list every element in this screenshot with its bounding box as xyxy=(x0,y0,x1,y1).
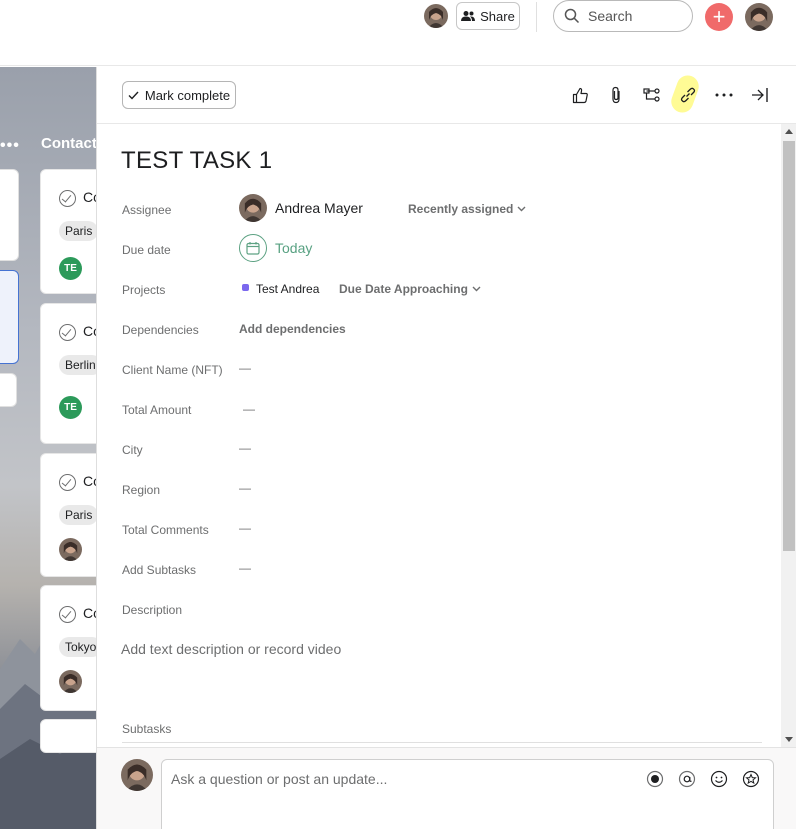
city-label: City xyxy=(122,443,143,457)
emoji-icon[interactable] xyxy=(710,770,728,788)
board-background: ••• Contacts Co Paris TE Co Berlin TE Co… xyxy=(0,67,97,829)
client-name-value[interactable]: — xyxy=(239,361,251,375)
card-title: Co xyxy=(83,189,97,205)
complete-check-icon[interactable] xyxy=(59,474,76,491)
add-dependencies-button[interactable]: Add dependencies xyxy=(239,322,346,336)
board-card[interactable]: Co Berlin TE xyxy=(40,303,97,444)
card-title: Co xyxy=(83,473,97,489)
chevron-down-icon xyxy=(517,206,526,212)
city-tag: Tokyo xyxy=(59,637,97,657)
add-task-card[interactable] xyxy=(40,719,97,753)
scrollbar-thumb[interactable] xyxy=(783,141,795,551)
top-bar: Share Search + xyxy=(0,0,796,66)
share-label: Share xyxy=(480,8,515,24)
board-card[interactable]: Co Paris TE xyxy=(40,169,97,294)
client-name-label: Client Name (NFT) xyxy=(122,363,223,377)
people-icon xyxy=(461,11,476,21)
attachment-icon[interactable] xyxy=(605,84,627,106)
task-title[interactable]: TEST TASK 1 xyxy=(121,147,272,175)
complete-check-icon[interactable] xyxy=(59,324,76,341)
link-icon[interactable] xyxy=(677,84,699,106)
complete-check-icon[interactable] xyxy=(59,606,76,623)
description-input[interactable]: Add text description or record video xyxy=(121,641,341,657)
city-value[interactable]: — xyxy=(239,441,251,455)
mark-complete-label: Mark complete xyxy=(144,87,231,103)
board-card[interactable]: Co Paris xyxy=(40,453,97,577)
subtasks-divider xyxy=(122,742,762,743)
assignee-initials: TE xyxy=(59,257,82,280)
task-detail-pane: Mark complete TEST TASK 1 Assignee Andre… xyxy=(96,67,796,829)
checkmark-icon xyxy=(128,91,139,100)
city-tag: Berlin xyxy=(59,355,97,375)
comment-composer: Ask a question or post an update... xyxy=(97,747,796,829)
recently-assigned-label: Recently assigned xyxy=(408,202,514,216)
scroll-up-arrow-icon[interactable] xyxy=(785,129,793,134)
card-title: Co xyxy=(83,605,97,621)
project-member-avatar[interactable] xyxy=(424,4,448,28)
assignee-initials: TE xyxy=(59,396,82,419)
assignee-avatar xyxy=(59,670,82,693)
description-label: Description xyxy=(122,603,183,617)
comment-input[interactable]: Ask a question or post an update... xyxy=(161,759,774,829)
star-icon[interactable] xyxy=(742,770,760,788)
card-title: Co xyxy=(83,323,97,339)
subtasks-label: Subtasks xyxy=(122,722,172,736)
dependencies-label: Dependencies xyxy=(122,323,199,337)
card-fragment-selected[interactable] xyxy=(0,270,19,364)
mark-complete-button[interactable]: Mark complete xyxy=(122,81,236,109)
create-button[interactable]: + xyxy=(705,3,733,31)
user-avatar[interactable] xyxy=(745,3,773,31)
comment-placeholder: Ask a question or post an update... xyxy=(171,771,388,787)
add-subtasks-label: Add Subtasks xyxy=(122,563,197,577)
total-comments-value[interactable]: — xyxy=(239,521,251,535)
due-date-value[interactable]: Today xyxy=(275,240,312,256)
close-pane-icon[interactable] xyxy=(749,84,771,106)
total-amount-value[interactable]: — xyxy=(243,402,255,416)
region-label: Region xyxy=(122,483,161,497)
scrollbar[interactable] xyxy=(781,124,796,747)
assignee-name[interactable]: Andrea Mayer xyxy=(275,200,363,216)
assignee-avatar xyxy=(59,538,82,561)
recently-assigned-dropdown[interactable]: Recently assigned xyxy=(408,202,526,216)
assignee-avatar[interactable] xyxy=(239,194,267,222)
project-section-label: Due Date Approaching xyxy=(339,282,468,296)
like-icon[interactable] xyxy=(569,84,591,106)
total-amount-label: Total Amount xyxy=(122,403,192,417)
region-value[interactable]: — xyxy=(239,481,251,495)
add-task-fragment[interactable] xyxy=(0,373,17,407)
calendar-icon[interactable] xyxy=(239,234,267,262)
complete-check-icon[interactable] xyxy=(59,190,76,207)
city-tag: Paris xyxy=(59,505,97,525)
project-color-dot xyxy=(242,284,249,291)
record-icon[interactable] xyxy=(646,770,664,788)
due-date-label: Due date xyxy=(122,243,171,257)
chevron-down-icon xyxy=(472,286,481,292)
search-input[interactable]: Search xyxy=(553,0,693,32)
card-fragment[interactable] xyxy=(0,169,19,261)
total-comments-label: Total Comments xyxy=(122,523,209,537)
project-section-dropdown[interactable]: Due Date Approaching xyxy=(339,282,481,296)
prev-column-menu-icon[interactable]: ••• xyxy=(0,137,20,155)
search-placeholder: Search xyxy=(588,8,633,24)
plus-icon: + xyxy=(712,4,726,29)
projects-label: Projects xyxy=(122,283,166,297)
add-subtasks-value[interactable]: — xyxy=(239,561,251,575)
board-card[interactable]: Co Tokyo xyxy=(40,585,97,711)
subtask-icon[interactable] xyxy=(641,84,663,106)
search-icon xyxy=(564,8,580,24)
task-toolbar: Mark complete xyxy=(97,67,796,124)
more-icon[interactable] xyxy=(713,84,735,106)
city-tag: Paris xyxy=(59,221,97,241)
project-name[interactable]: Test Andrea xyxy=(256,282,319,296)
share-button[interactable]: Share xyxy=(456,2,520,30)
assignee-label: Assignee xyxy=(122,203,172,217)
mention-icon[interactable] xyxy=(678,770,696,788)
commenter-avatar xyxy=(121,759,153,791)
column-title: Contacts xyxy=(41,135,97,152)
toolbar-divider xyxy=(536,2,537,32)
scroll-down-arrow-icon[interactable] xyxy=(785,737,793,742)
